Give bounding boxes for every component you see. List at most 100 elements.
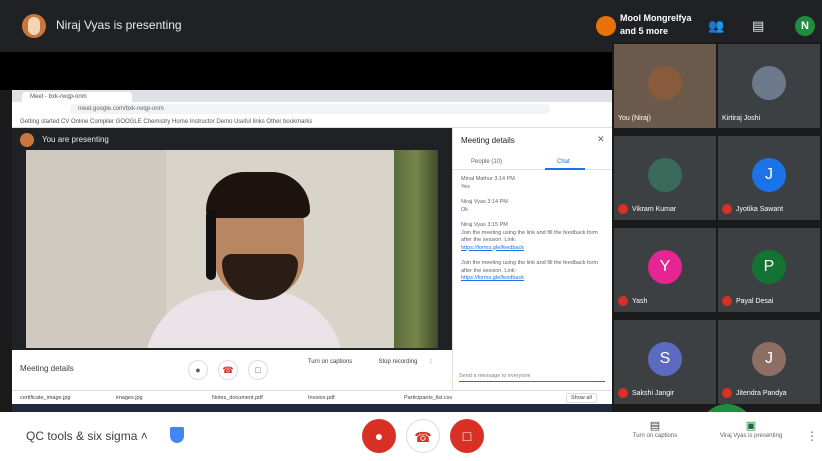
self-label-text: Mool Mongrelfya and 5 more <box>620 13 692 36</box>
mic-off-button[interactable]: ● <box>362 419 396 453</box>
present-button[interactable]: ▣ Viraj Vyas is presenting <box>716 421 786 441</box>
participant-avatar: J <box>752 342 786 376</box>
chat-text: Yes <box>461 183 470 190</box>
close-icon[interactable]: ✕ <box>597 134 605 145</box>
inner-avatar <box>20 133 34 147</box>
chat-link[interactable]: https://forms.gle/feedback <box>461 245 607 253</box>
participant-tile[interactable]: Y Yash <box>614 228 716 312</box>
chat-message: Niraj Vyas 3:14 PM Ok <box>461 199 607 214</box>
chevron-up-icon: ˄ <box>140 429 148 443</box>
participant-photo <box>648 66 682 100</box>
chat-link[interactable]: https://forms.gle/feedback <box>461 275 607 283</box>
mic-off-icon <box>618 204 628 214</box>
self-tile-label[interactable]: Mool Mongrelfya and 5 more <box>596 10 692 42</box>
person-shirt <box>144 290 344 348</box>
person-hair <box>206 172 310 218</box>
download-item[interactable]: Invoice.pdf <box>300 391 396 405</box>
address-bar[interactable]: meet.google.com/bxk-rwqp-onm <box>70 104 550 114</box>
captions-button[interactable]: Turn on captions <box>300 358 360 367</box>
chat-text: Join the meeting using the link and fill… <box>461 260 598 274</box>
chat-panel-tabs: People (10) Chat <box>453 156 613 170</box>
participant-photo <box>648 158 682 192</box>
inner-meet: You are presenting Meeting details ● ☎ □… <box>12 128 613 390</box>
participant-name-text: Vikram Kumar <box>632 205 677 213</box>
participant-tile[interactable]: Vikram Kumar <box>614 136 716 220</box>
chat-input[interactable]: Send a message to everyone <box>459 370 605 382</box>
more-options-icon[interactable]: ⋮ <box>806 429 818 443</box>
participant-grid: You (Niraj) Kirtiraj Joshi Vikram Kumar … <box>612 42 822 444</box>
chat-icon[interactable]: ▤ <box>752 18 770 34</box>
participant-name: Yash <box>618 296 647 306</box>
more-options-icon[interactable]: ⋮ <box>416 358 446 367</box>
participant-avatar: S <box>648 342 682 376</box>
chat-message: Join the meeting using the link and fill… <box>461 260 607 283</box>
participant-name: Vikram Kumar <box>618 204 676 214</box>
end-call-button[interactable]: ☎ <box>406 419 440 453</box>
os-taskbar <box>12 404 612 412</box>
captions-button[interactable]: ▤ Turn on captions <box>620 420 690 441</box>
camera-off-button[interactable]: □ <box>450 419 484 453</box>
participant-avatar: J <box>752 158 786 192</box>
curtain <box>394 150 438 348</box>
video-band <box>0 52 612 90</box>
camera-icon[interactable]: □ <box>248 360 268 380</box>
browser-toolbar: meet.google.com/bxk-rwqp-onm <box>12 102 612 116</box>
wall <box>26 150 166 348</box>
download-item[interactable]: Notes_document.pdf <box>204 391 300 405</box>
participant-name-text: Jitendra Pandya <box>736 389 787 397</box>
recording-label: Stop recording <box>378 359 418 365</box>
captions-icon: ▤ <box>649 420 661 432</box>
mic-off-icon <box>722 296 732 306</box>
chat-text: Ok <box>461 206 469 213</box>
chat-messages: Minal Mathur 3:14 PM Yes Niraj Vyas 3:14… <box>461 176 607 291</box>
participant-name: Sakshi Jangir <box>618 388 674 398</box>
download-item[interactable]: certificate_image.jpg <box>12 391 108 405</box>
people-icon[interactable]: 👥 <box>708 18 726 34</box>
participant-tile[interactable]: J Jitendra Pandya <box>718 320 820 404</box>
presenter-avatar <box>22 14 46 38</box>
participant-name: Jitendra Pandya <box>722 388 787 398</box>
mic-icon[interactable]: ● <box>188 360 208 380</box>
inner-presenting-text: You are presenting <box>42 135 109 144</box>
download-item[interactable]: images.jpg <box>108 391 204 405</box>
shield-icon[interactable] <box>170 427 184 443</box>
show-all-button[interactable]: Show all <box>566 393 597 403</box>
participant-name-text: Jyotika Sawant <box>736 205 784 213</box>
chat-panel-title: Meeting details <box>461 136 515 145</box>
participant-avatar: Y <box>648 250 682 284</box>
participant-name: Kirtiraj Joshi <box>722 115 761 122</box>
tab-chat[interactable]: Chat <box>557 159 570 165</box>
participant-avatar: P <box>752 250 786 284</box>
mic-off-icon <box>618 388 628 398</box>
meeting-name: QC tools & six sigma <box>26 429 138 443</box>
participant-photo <box>752 66 786 100</box>
chat-sender: Niraj Vyas 3:15 PM <box>461 222 508 228</box>
participant-tile[interactable]: J Jyotika Sawant <box>718 136 820 220</box>
inner-header: You are presenting <box>12 128 452 152</box>
browser-tab[interactable]: Meet - bxk-rwqp-onm <box>22 92 132 102</box>
end-call-icon[interactable]: ☎ <box>218 360 238 380</box>
tab-people[interactable]: People (10) <box>471 159 502 165</box>
headset <box>206 210 216 280</box>
self-avatar[interactable]: N <box>795 16 815 36</box>
participant-tile[interactable]: You (Niraj) <box>614 44 716 128</box>
chat-sender: Minal Mathur 3:14 PM <box>461 176 515 182</box>
chat-sender: Niraj Vyas 3:14 PM <box>461 199 508 205</box>
captions-label: Turn on captions <box>307 359 353 365</box>
participant-tile[interactable]: S Sakshi Jangir <box>614 320 716 404</box>
download-item[interactable]: Participants_list.csv <box>396 391 492 405</box>
captions-label: Turn on captions <box>632 433 678 439</box>
participant-name: Payal Desai <box>722 296 773 306</box>
participant-name-text: Payal Desai <box>736 297 774 305</box>
meeting-details-button[interactable]: Meeting details <box>20 364 74 373</box>
shared-screen: Meet - bxk-rwqp-onm meet.google.com/bxk-… <box>12 90 613 412</box>
presenter-title: Niraj Vyas is presenting <box>56 18 182 32</box>
participant-tile[interactable]: P Payal Desai <box>718 228 820 312</box>
participant-name: Jyotika Sawant <box>722 204 783 214</box>
participant-tile[interactable]: Kirtiraj Joshi <box>718 44 820 128</box>
browser-tabstrip: Meet - bxk-rwqp-onm <box>12 90 612 102</box>
bookmarks-bar[interactable]: Getting started CV Online Compiler GOOGL… <box>12 116 612 128</box>
chat-message: Minal Mathur 3:14 PM Yes <box>461 176 607 191</box>
participant-name-text: Yash <box>632 297 648 305</box>
meeting-details-button[interactable]: QC tools & six sigma ˄ <box>26 429 148 443</box>
